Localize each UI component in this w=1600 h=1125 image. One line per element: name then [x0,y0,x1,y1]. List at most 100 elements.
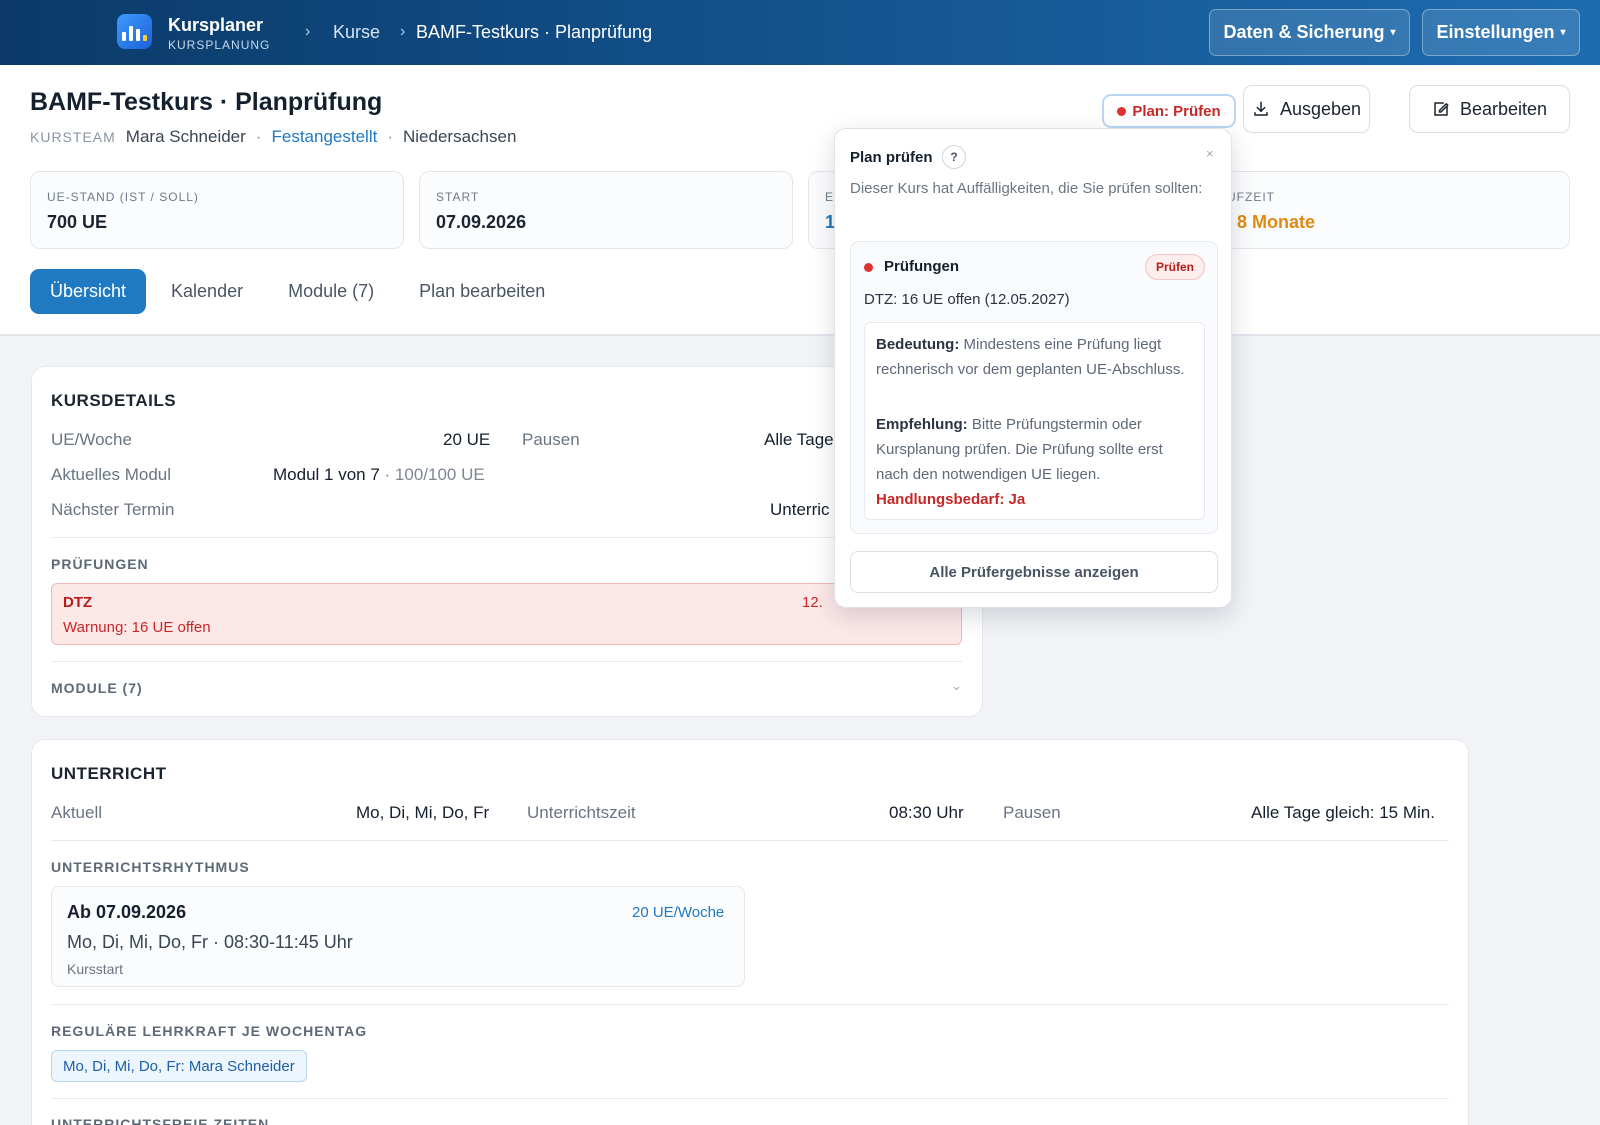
tab-bar: Übersicht Kalender Module (7) Plan bearb… [30,269,570,314]
pauses-label: Pausen [522,430,580,449]
export-button[interactable]: Ausgeben [1243,85,1370,133]
caret-down-icon: ▾ [1560,27,1566,38]
teaching-pauses-value: Alle Tage gleich: 15 Min. [1251,803,1435,822]
edit-label: Bearbeiten [1459,98,1548,119]
app-name: Kursplaner [168,15,264,35]
breadcrumb-current: BAMF-Testkurs · Planprüfung [416,22,653,42]
export-label: Ausgeben [1279,98,1362,119]
finding-title: Prüfungen [884,258,959,275]
ue-week-label: UE/Woche [51,430,132,449]
action-needed: Handlungsbedarf: Ja [876,491,1026,508]
popover-description: Dieser Kurs hat Auffälligkeiten, die Sie… [850,180,1203,197]
divider [51,537,962,538]
employment-link[interactable]: Festangestellt [271,127,377,147]
tab-calendar[interactable]: Kalender [151,269,263,314]
download-icon [1254,101,1268,116]
team-label: KURSTEAM [30,129,116,145]
rhythm-title: UNTERRICHTSRHYTHMUS [51,859,250,875]
rhythm-rate: 20 UE/Woche [632,904,725,921]
popover-title: Plan prüfen [850,149,933,166]
pauses-value: Alle Tage [764,430,834,449]
separator: · [255,127,262,146]
meaning-label: Bedeutung: [876,336,960,353]
caret-down-icon: ▾ [1390,27,1396,38]
divider [51,840,1449,841]
state-text: Niedersachsen [403,127,517,146]
app-subtitle: KURSPLANUNG [168,38,271,52]
plan-status-label: Plan: Prüfen [1132,102,1221,120]
stat-label: UE-STAND (IST / SOLL) [47,190,199,204]
stat-ue-progress: UE-STAND (IST / SOLL) 700 UE [30,171,404,249]
free-times-title: UNTERRICHTSFREIE ZEITEN [51,1116,270,1125]
chevron-down-icon[interactable]: ⌄ [951,678,962,694]
breadcrumb-chevron-icon: › [305,23,311,40]
breadcrumb-courses-link[interactable]: Kurse [333,22,380,43]
edit-button[interactable]: Bearbeiten [1409,85,1570,133]
stat-label: E [825,190,835,204]
current-days-label: Aktuell [51,803,103,822]
exam-warning-row[interactable]: DTZ Warnung: 16 UE offen 12. [51,583,962,645]
teaching-time-label: Unterrichtszeit [527,803,636,822]
ue-week-value: 20 UE [443,430,491,449]
separator: · [387,127,393,146]
recommendation-label: Empfehlung: [876,416,968,433]
help-icon[interactable]: ? [942,145,966,169]
teaching-time-value: 08:30 Uhr [889,803,964,822]
plan-check-popover: Plan prüfen ? × Dieser Kurs hat Auffälli… [834,128,1232,608]
settings-menu-button[interactable]: Einstellungen ▾ [1422,9,1580,56]
tab-edit-plan[interactable]: Plan bearbeiten [399,269,565,314]
close-icon[interactable]: × [1206,146,1214,161]
finding-explanation: Bedeutung: Mindestens eine Prüfung liegt… [864,322,1205,520]
data-backup-label: Daten & Sicherung [1223,22,1385,42]
next-date-label: Nächster Termin [51,500,175,519]
stat-start: START 07.09.2026 [419,171,793,249]
tab-modules[interactable]: Module (7) [268,269,394,314]
status-dot-icon [864,263,873,272]
rhythm-entry: Ab 07.09.2026 20 UE/Woche Mo, Di, Mi, Do… [51,886,745,987]
teacher-title: REGULÄRE LEHRKRAFT JE WOCHENTAG [51,1023,368,1039]
plan-status-button[interactable]: Plan: Prüfen [1102,94,1236,128]
divider [51,1098,1449,1099]
teacher-chip[interactable]: Mo, Di, Mi, Do, Fr: Mara Schneider [51,1050,307,1082]
exam-date: 12. [802,594,823,611]
divider [51,1004,1449,1005]
finding-detail: DTZ: 16 UE offen (12.05.2027) [864,291,1070,308]
meaning-text: Bedeutung: Mindestens eine Prüfung liegt… [876,332,1194,382]
breadcrumb-chevron-icon: › [400,23,406,40]
status-badge: Prüfen [1145,254,1206,280]
stat-label: UFZEIT [1227,190,1275,204]
modules-toggle[interactable]: MODULE (7) [51,680,143,696]
section-title-details: KURSDETAILS [51,391,177,410]
show-all-results-button[interactable]: Alle Prüfergebnisse anzeigen [850,551,1218,593]
tab-overview[interactable]: Übersicht [30,269,147,314]
stat-value: . 8 Monate [1227,212,1316,232]
current-module-value: Modul 1 von 7 · 100/100 UE [273,465,485,485]
course-meta: KURSTEAM Mara Schneider · Festangestellt… [30,127,516,147]
team-name: Mara Schneider [125,127,246,146]
stat-label: START [436,190,480,204]
exam-name: DTZ [63,594,93,611]
next-date-value: Unterric [770,500,830,519]
current-module-label: Aktuelles Modul [51,465,172,484]
rhythm-note: Kursstart [67,961,124,977]
divider [51,661,962,662]
top-bar: Kursplaner KURSPLANUNG › Kurse › BAMF-Te… [0,0,1600,65]
finding-item: Prüfungen Prüfen DTZ: 16 UE offen (12.05… [850,241,1218,534]
rhythm-from: Ab 07.09.2026 [67,902,187,922]
settings-label: Einstellungen [1436,22,1555,42]
exams-title: PRÜFUNGEN [51,556,149,572]
stat-value: 700 UE [47,212,108,232]
module-progress: · 100/100 UE [384,465,485,484]
module-name: Modul 1 von 7 [273,465,380,484]
stat-value: 07.09.2026 [436,212,527,232]
app-logo-icon[interactable] [117,14,152,49]
teaching-pauses-label: Pausen [1003,803,1061,822]
stat-duration: UFZEIT . 8 Monate [1196,171,1570,249]
status-dot-icon [1117,106,1127,116]
section-title-teaching: UNTERRICHT [51,764,167,783]
recommendation-text: Empfehlung: Bitte Prüfungstermin oder Ku… [876,412,1194,487]
edit-icon [1434,102,1449,116]
rhythm-days: Mo, Di, Mi, Do, Fr · 08:30-11:45 Uhr [67,932,353,952]
data-backup-menu-button[interactable]: Daten & Sicherung ▾ [1209,9,1410,56]
page-title: BAMF-Testkurs · Planprüfung [30,88,383,116]
